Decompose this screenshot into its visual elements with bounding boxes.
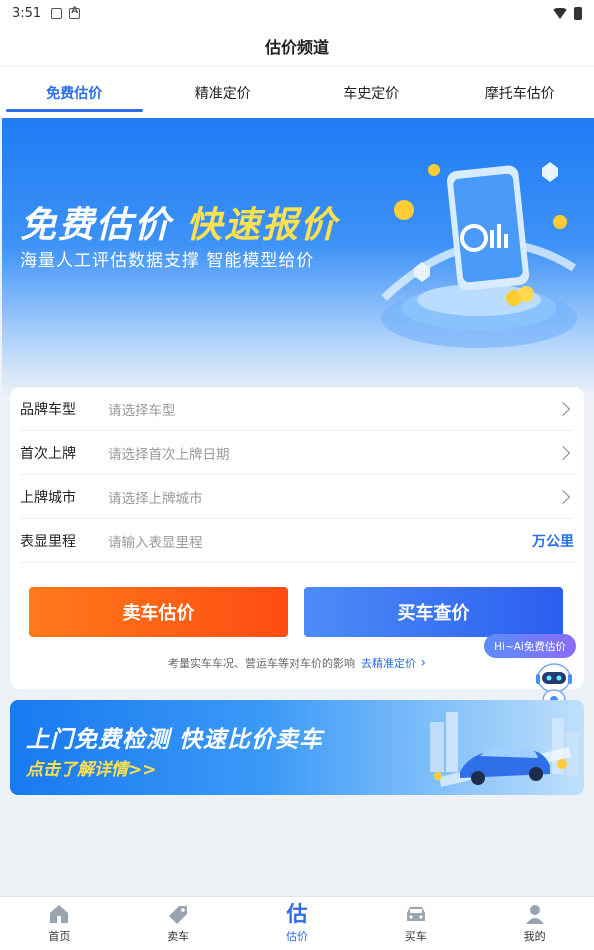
first-registration-placeholder: 请选择首次上牌日期 bbox=[108, 446, 230, 463]
hero-banner: 免费估价 快速报价 海量人工评估数据支撑 智能模型给价 bbox=[2, 118, 594, 398]
home-icon bbox=[47, 903, 71, 925]
hero-title-white: 免费估价 bbox=[20, 205, 173, 246]
phone-chart-illustration bbox=[381, 162, 577, 348]
battery-icon bbox=[574, 6, 582, 20]
bottom-tab-bar: 首页 卖车 估 估价 买车 我的 bbox=[0, 896, 594, 950]
ai-estimate-badge[interactable]: Hi~Ai免费估价 bbox=[484, 634, 576, 658]
hero-title: 免费估价 快速报价 bbox=[20, 196, 338, 248]
chevron-right-icon bbox=[555, 489, 571, 504]
mileage-label: 表显里程 bbox=[20, 533, 76, 550]
home-inspection-title: 上门免费检测 快速比价卖车 bbox=[26, 727, 324, 753]
car-city-illustration bbox=[430, 712, 578, 787]
tabbar-item-profile[interactable]: 我的 bbox=[475, 897, 594, 950]
sell-tag-icon bbox=[166, 903, 190, 925]
car-icon bbox=[404, 903, 428, 925]
hero-subtitle: 海量人工评估数据支撑 智能模型给价 bbox=[20, 251, 315, 271]
tabbar-label-sell: 卖车 bbox=[167, 930, 190, 943]
tabbar-item-home[interactable]: 首页 bbox=[0, 897, 119, 950]
tabbar-label-buy: 买车 bbox=[404, 930, 427, 943]
chevron-right-icon bbox=[555, 401, 571, 416]
first-registration-label: 首次上牌 bbox=[20, 445, 76, 462]
tab-free-estimate[interactable]: 免费估价 bbox=[0, 67, 149, 118]
tabbar-label-estimate: 估价 bbox=[285, 930, 308, 943]
registration-city-label: 上牌城市 bbox=[20, 489, 76, 506]
registration-city-placeholder: 请选择上牌城市 bbox=[108, 490, 203, 507]
home-inspection-link[interactable]: 点击了解详情>> bbox=[26, 755, 157, 780]
brand-model-label: 品牌车型 bbox=[20, 401, 76, 418]
status-bar: 3:51 bbox=[0, 0, 594, 26]
hero-title-yellow: 快速报价 bbox=[186, 205, 339, 246]
tabbar-item-sell[interactable]: 卖车 bbox=[119, 897, 238, 950]
first-registration-row[interactable]: 首次上牌 请选择首次上牌日期 bbox=[20, 431, 574, 475]
a-notification-icon bbox=[69, 6, 81, 19]
tab-bar: 免费估价 精准定价 车史定价 摩托车估价 bbox=[0, 66, 594, 118]
status-time: 3:51 bbox=[12, 5, 42, 21]
tabbar-label-profile: 我的 bbox=[523, 930, 546, 943]
tab-history-pricing[interactable]: 车史定价 bbox=[297, 67, 446, 118]
brand-model-row[interactable]: 品牌车型 请选择车型 bbox=[20, 387, 574, 431]
buy-price-check-button[interactable]: 买车查价 bbox=[304, 587, 563, 637]
estimate-glyph: 估 bbox=[286, 902, 308, 926]
profile-icon bbox=[523, 903, 547, 925]
precise-pricing-link[interactable]: 去精准定价 bbox=[361, 657, 426, 670]
tabbar-item-buy[interactable]: 买车 bbox=[356, 897, 475, 950]
mileage-row: 表显里程 请输入表显里程 万公里 bbox=[20, 519, 574, 563]
tab-motorcycle-estimate[interactable]: 摩托车估价 bbox=[446, 67, 594, 118]
home-inspection-banner[interactable]: 上门免费检测 快速比价卖车 点击了解详情>> bbox=[10, 700, 584, 795]
sell-estimate-button[interactable]: 卖车估价 bbox=[29, 587, 288, 637]
registration-city-row[interactable]: 上牌城市 请选择上牌城市 bbox=[20, 475, 574, 519]
brand-model-placeholder: 请选择车型 bbox=[108, 402, 176, 419]
image-notification-icon bbox=[51, 7, 63, 19]
mileage-unit: 万公里 bbox=[532, 533, 574, 550]
tabbar-item-estimate[interactable]: 估 估价 bbox=[238, 897, 357, 950]
page-title: 估价频道 bbox=[0, 26, 594, 66]
tab-precise-pricing[interactable]: 精准定价 bbox=[149, 67, 298, 118]
wifi-icon bbox=[552, 7, 568, 19]
pricing-tip-text: 考量实车车况、营运车等对车价的影响 bbox=[167, 657, 355, 670]
chevron-right-icon bbox=[555, 445, 571, 460]
mileage-input[interactable]: 请输入表显里程 bbox=[108, 531, 532, 551]
estimate-icon: 估 bbox=[285, 903, 309, 925]
tabbar-label-home: 首页 bbox=[48, 930, 71, 943]
